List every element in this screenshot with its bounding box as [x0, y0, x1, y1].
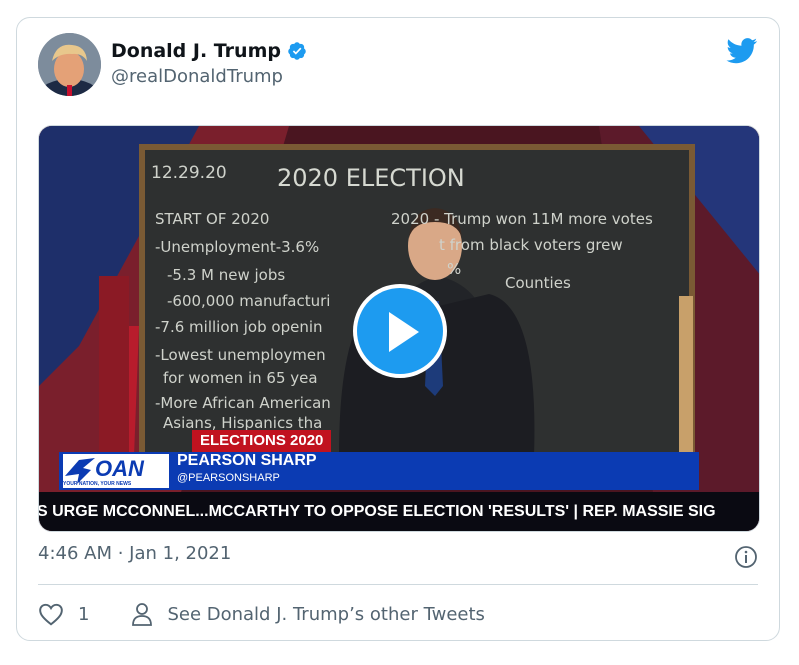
chalkboard: 12.29.20 2020 ELECTION START OF 2020 -Un…: [151, 163, 653, 432]
avatar[interactable]: [38, 33, 101, 96]
chalk-left-line: -5.3 M new jobs: [167, 266, 285, 284]
chalk-left-line: -More African American: [155, 394, 331, 412]
chalk-right-line: 2020 - Trump won 11M more votes: [391, 210, 653, 228]
tweet-timestamp[interactable]: 4:46 AM · Jan 1, 2021: [38, 543, 231, 564]
news-crawl: S URGE MCCONNEL...MCCARTHY TO OPPOSE ELE…: [39, 492, 759, 531]
network-logo-text: OAN: [95, 456, 144, 481]
chalk-left-line: -7.6 million job openin: [155, 318, 323, 336]
chalk-left-line: START OF 2020: [155, 210, 269, 228]
tweet-actions: 1 See Donald J. Trump’s other Tweets: [38, 600, 485, 628]
chalk-right-line: Counties: [505, 274, 571, 292]
person-icon[interactable]: [131, 602, 153, 626]
video-player[interactable]: 12.29.20 2020 ELECTION START OF 2020 -Un…: [38, 125, 760, 532]
news-crawl-text: S URGE MCCONNEL...MCCARTHY TO OPPOSE ELE…: [39, 503, 716, 520]
chalk-right-line: %: [447, 260, 461, 278]
chalk-left-line: for women in 65 yea: [163, 369, 318, 387]
tweet-card: Donald J. Trump @realDonaldTrump 12.29.2…: [16, 17, 780, 641]
author-name[interactable]: Donald J. Trump: [111, 40, 281, 62]
heart-icon[interactable]: [38, 602, 64, 626]
info-icon[interactable]: [734, 545, 758, 569]
chalk-title: 2020 ELECTION: [277, 164, 465, 192]
play-icon: [389, 312, 419, 352]
twitter-bird-icon[interactable]: [726, 38, 758, 64]
elections-banner: ELECTIONS 2020: [192, 430, 332, 452]
divider: [38, 584, 758, 585]
anchor-name: PEARSON SHARP: [177, 452, 317, 469]
play-button[interactable]: [353, 284, 447, 378]
verified-badge-icon: [288, 42, 306, 60]
chalk-left-line: -600,000 manufacturi: [167, 292, 330, 310]
chalk-left-line: -Lowest unemploymen: [155, 346, 326, 364]
see-other-tweets-link[interactable]: See Donald J. Trump’s other Tweets: [167, 604, 484, 625]
chalk-right-line: t from black voters grew: [439, 236, 623, 254]
author-name-row[interactable]: Donald J. Trump: [111, 40, 307, 62]
chalk-date: 12.29.20: [151, 163, 227, 183]
anchor-handle: @PEARSONSHARP: [177, 472, 280, 484]
author-handle[interactable]: @realDonaldTrump: [111, 66, 283, 87]
like-count[interactable]: 1: [78, 604, 89, 625]
network-tagline: YOUR NATION, YOUR NEWS: [63, 481, 132, 487]
chalk-left-line: -Unemployment-3.6%: [155, 238, 319, 256]
